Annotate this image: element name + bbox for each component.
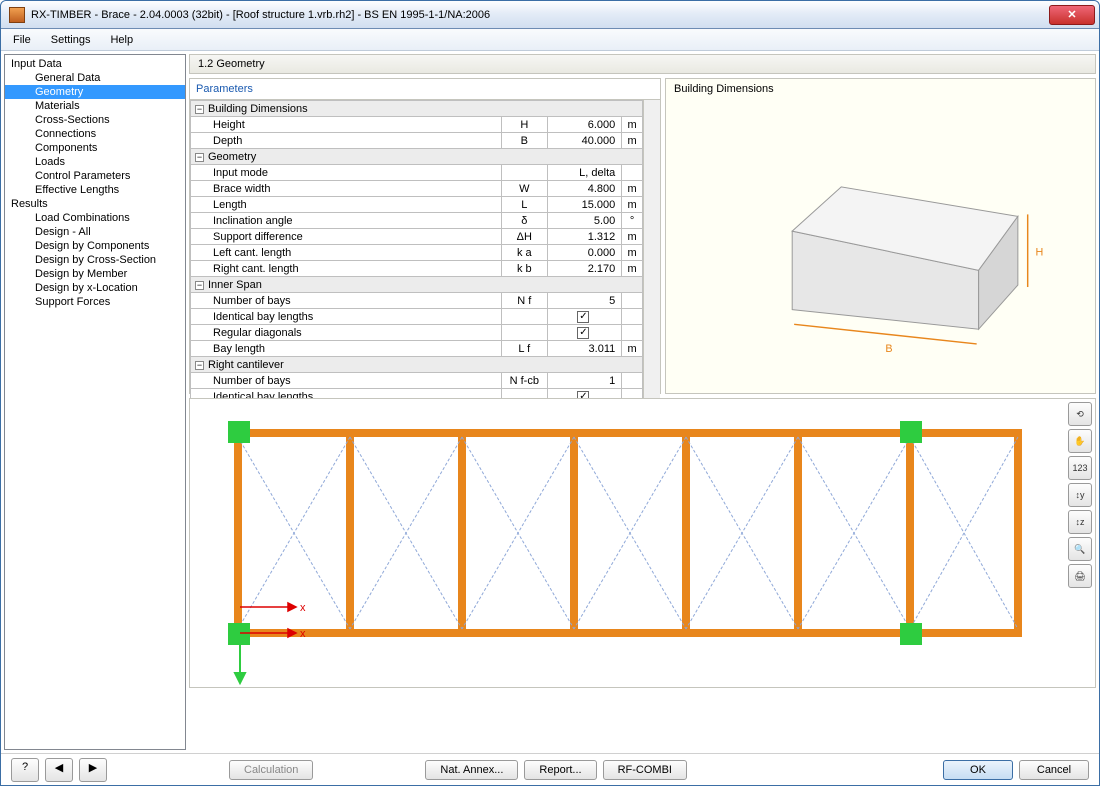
- collapse-icon[interactable]: −: [195, 105, 204, 114]
- app-icon: [9, 7, 25, 23]
- cancel-button[interactable]: Cancel: [1019, 760, 1089, 780]
- help-button[interactable]: ?: [11, 758, 39, 782]
- tree-item-control-params[interactable]: Control Parameters: [5, 169, 185, 183]
- diagram-toolbar: ⟲ ✋ 123 ↕y ↕z 🔍 🖨: [1068, 402, 1092, 588]
- footer: ? ◀ ▶ Calculation Nat. Annex... Report..…: [1, 753, 1099, 785]
- close-button[interactable]: ✕: [1049, 5, 1095, 25]
- preview-title: Building Dimensions: [674, 83, 774, 95]
- tool-rotate-icon[interactable]: ⟲: [1068, 402, 1092, 426]
- svg-text:B: B: [885, 343, 892, 355]
- prev-button[interactable]: ◀: [45, 758, 73, 782]
- preview-panel: Building Dimensions H B: [665, 78, 1096, 394]
- report-button[interactable]: Report...: [524, 760, 596, 780]
- parameters-panel: Parameters −Building Dimensions HeightH6…: [189, 78, 661, 394]
- window-title: RX-TIMBER - Brace - 2.04.0003 (32bit) - …: [31, 9, 490, 21]
- tree-item-components[interactable]: Components: [5, 141, 185, 155]
- menu-settings[interactable]: Settings: [47, 32, 95, 48]
- tree-group-input[interactable]: Input Data: [5, 57, 185, 71]
- collapse-icon[interactable]: −: [195, 153, 204, 162]
- checkbox[interactable]: ✓: [577, 311, 589, 323]
- tree-item-geometry[interactable]: Geometry: [5, 85, 185, 99]
- collapse-icon[interactable]: −: [195, 361, 204, 370]
- checkbox[interactable]: ✓: [577, 327, 589, 339]
- rf-combi-button[interactable]: RF-COMBI: [603, 760, 687, 780]
- tool-axis-y-icon[interactable]: ↕y: [1068, 483, 1092, 507]
- tool-axis-z-icon[interactable]: ↕z: [1068, 510, 1092, 534]
- collapse-icon[interactable]: −: [195, 281, 204, 290]
- scrollbar[interactable]: [643, 100, 660, 405]
- tree-item-materials[interactable]: Materials: [5, 99, 185, 113]
- tool-zoom-icon[interactable]: 🔍: [1068, 537, 1092, 561]
- titlebar: RX-TIMBER - Brace - 2.04.0003 (32bit) - …: [1, 1, 1099, 29]
- tree-group-results[interactable]: Results: [5, 197, 185, 211]
- tool-print-icon[interactable]: 🖨: [1068, 564, 1092, 588]
- tree-item-design-member[interactable]: Design by Member: [5, 267, 185, 281]
- tree-item-connections[interactable]: Connections: [5, 127, 185, 141]
- nat-annex-button[interactable]: Nat. Annex...: [425, 760, 518, 780]
- page-heading: 1.2 Geometry: [189, 54, 1096, 74]
- svg-text:H: H: [1036, 247, 1044, 259]
- tree-item-design-components[interactable]: Design by Components: [5, 239, 185, 253]
- svg-text:x: x: [300, 628, 306, 640]
- tree-item-general[interactable]: General Data: [5, 71, 185, 85]
- brace-diagram-svg: x x: [190, 399, 1060, 685]
- calculation-button[interactable]: Calculation: [229, 760, 313, 780]
- structure-diagram[interactable]: x x ⟲ ✋ 123 ↕y ↕z 🔍 🖨: [189, 398, 1096, 688]
- tree-item-design-cross[interactable]: Design by Cross-Section: [5, 253, 185, 267]
- building-3d-icon: H B: [666, 79, 1095, 393]
- tree-item-design-all[interactable]: Design - All: [5, 225, 185, 239]
- menu-help[interactable]: Help: [106, 32, 137, 48]
- menu-file[interactable]: File: [9, 32, 35, 48]
- parameters-grid[interactable]: −Building Dimensions HeightH6.000m Depth…: [190, 100, 643, 405]
- nav-tree: Input Data General Data Geometry Materia…: [4, 54, 186, 750]
- tree-item-cross-sections[interactable]: Cross-Sections: [5, 113, 185, 127]
- tree-item-design-x[interactable]: Design by x-Location: [5, 281, 185, 295]
- tool-values-icon[interactable]: 123: [1068, 456, 1092, 480]
- tree-item-eff-lengths[interactable]: Effective Lengths: [5, 183, 185, 197]
- tree-item-loads[interactable]: Loads: [5, 155, 185, 169]
- next-button[interactable]: ▶: [79, 758, 107, 782]
- ok-button[interactable]: OK: [943, 760, 1013, 780]
- tree-item-load-comb[interactable]: Load Combinations: [5, 211, 185, 225]
- axis-label-x: x: [300, 602, 306, 614]
- tree-item-support-forces[interactable]: Support Forces: [5, 295, 185, 309]
- parameters-header: Parameters: [190, 79, 660, 100]
- tool-hand-icon[interactable]: ✋: [1068, 429, 1092, 453]
- menubar: File Settings Help: [1, 29, 1099, 51]
